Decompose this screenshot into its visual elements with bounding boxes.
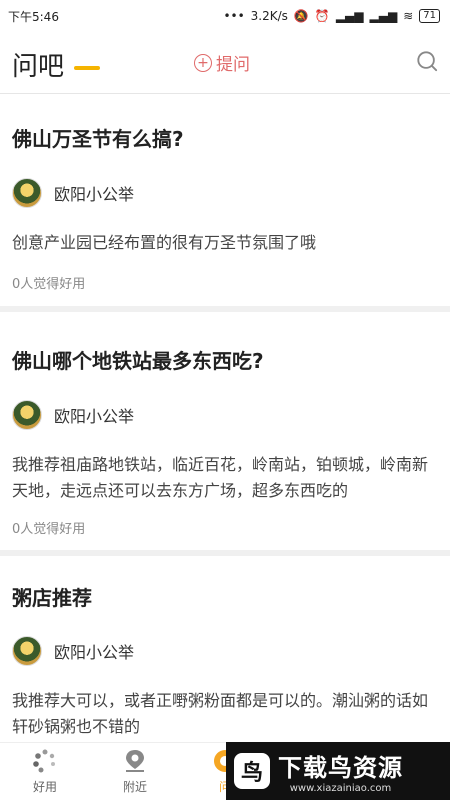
plus-circle-icon: + — [194, 53, 212, 72]
helpful-count: 0人觉得好用 — [12, 522, 86, 537]
helpful-count: 0人觉得好用 — [12, 277, 86, 292]
watermark-url: www.xiazainiao.com — [289, 783, 392, 794]
ask-question-button[interactable]: + 提问 — [194, 50, 250, 75]
author-name[interactable]: 欧阳小公举 — [54, 403, 134, 427]
battery-indicator: 71 — [419, 9, 440, 23]
ask-label: 提问 — [216, 55, 250, 75]
question-feed[interactable]: 佛山万圣节有么搞? 欧阳小公举 创意产业园已经布置的很有万圣节氛围了哦 0人觉得… — [0, 96, 450, 756]
nav-label: 附近 — [122, 780, 147, 794]
watermark-logo: 鸟 — [234, 753, 270, 789]
mute-icon: 🔕 — [293, 9, 309, 23]
question-card[interactable]: 佛山万圣节有么搞? 欧阳小公举 创意产业园已经布置的很有万圣节氛围了哦 0人觉得… — [0, 96, 450, 306]
question-title[interactable]: 佛山哪个地铁站最多东西吃? — [12, 345, 264, 374]
author-row[interactable]: 欧阳小公举 — [12, 400, 134, 430]
answer-text[interactable]: 我推荐祖庙路地铁站，临近百花，岭南站，铂顿城，岭南新天地，走远点还可以去东方广场… — [12, 452, 438, 504]
title-underline — [74, 66, 100, 70]
nav-label: 好用 — [32, 780, 57, 794]
nav-item-useful[interactable]: 好用 — [0, 743, 90, 800]
nav-item-nearby[interactable]: 附近 — [90, 743, 180, 800]
avatar[interactable] — [12, 178, 42, 208]
status-icons: ••• 3.2K/s 🔕 ⏰ ▂▄▆ ▂▄▆ ≋ 71 — [223, 9, 440, 23]
network-speed: 3.2K/s — [250, 9, 288, 23]
avatar[interactable] — [12, 636, 42, 666]
top-bar: 问吧 + 提问 — [0, 32, 450, 94]
status-time: 下午5:46 — [8, 9, 59, 24]
watermark-title: 下载鸟资源 — [278, 754, 403, 782]
answer-text[interactable]: 创意产业园已经布置的很有万圣节氛围了哦 — [12, 230, 438, 256]
signal-icon-2: ▂▄▆ — [369, 9, 398, 23]
author-name[interactable]: 欧阳小公举 — [54, 181, 134, 205]
avatar[interactable] — [12, 400, 42, 430]
watermark-text: 下载鸟资源 www.xiazainiao.com — [278, 748, 403, 794]
author-row[interactable]: 欧阳小公举 — [12, 178, 134, 208]
question-card[interactable]: 佛山哪个地铁站最多东西吃? 欧阳小公举 我推荐祖庙路地铁站，临近百花，岭南站，铂… — [0, 312, 450, 550]
author-name[interactable]: 欧阳小公举 — [54, 639, 134, 663]
alarm-icon: ⏰ — [314, 9, 330, 23]
status-bar: 下午5:46 ••• 3.2K/s 🔕 ⏰ ▂▄▆ ▂▄▆ ≋ 71 — [0, 0, 450, 32]
answer-text[interactable]: 我推荐大可以，或者正嘢粥粉面都是可以的。潮汕粥的话如轩砂锅粥也不错的 — [12, 688, 438, 740]
more-dots-icon: ••• — [223, 9, 245, 23]
search-icon[interactable] — [416, 50, 438, 72]
signal-icon: ▂▄▆ — [335, 9, 364, 23]
loading-dots-icon — [33, 749, 55, 773]
question-card[interactable]: 粥店推荐 欧阳小公举 我推荐大可以，或者正嘢粥粉面都是可以的。潮汕粥的话如轩砂锅… — [0, 556, 450, 756]
watermark: 鸟 下载鸟资源 www.xiazainiao.com — [226, 742, 450, 800]
wifi-icon: ≋ — [403, 9, 414, 23]
author-row[interactable]: 欧阳小公举 — [12, 636, 134, 666]
question-title[interactable]: 佛山万圣节有么搞? — [12, 123, 184, 152]
question-title[interactable]: 粥店推荐 — [12, 582, 92, 611]
page-title: 问吧 — [12, 52, 65, 82]
location-pin-icon — [126, 750, 144, 772]
